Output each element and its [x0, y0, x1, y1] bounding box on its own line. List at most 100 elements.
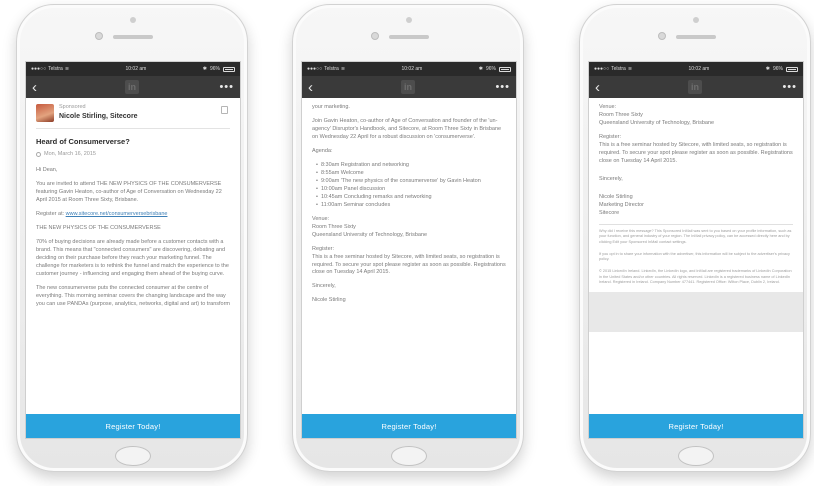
sensor-dot [130, 17, 136, 23]
wifi-icon: ≋ [627, 66, 633, 72]
register-text: This is a free seminar hosted by Sitecor… [312, 253, 506, 276]
legal-privacy: If you opt in to share your information … [599, 251, 790, 262]
battery-icon [499, 66, 511, 72]
phone-screen-1: ●●●○○ Telstra ≋ 10:02 am ✱ 96% ‹ in ••• Spo… [25, 61, 241, 439]
home-button[interactable] [115, 446, 151, 466]
nav-bar: ‹ in ••• [589, 76, 803, 98]
phone-frame-2: ●●●○○ Telstra ≋ 10:02 am ✱ 96% ‹ in ••• you… [292, 4, 524, 472]
legal-copyright: © 2015 LinkedIn Ireland. LinkedIn, the L… [599, 269, 792, 285]
message-subject: Heard of Consumerverse? [36, 137, 130, 147]
agenda-list: 8:30am Registration and networking 8:55a… [316, 162, 506, 210]
chevron-left-icon[interactable]: ‹ [32, 80, 37, 95]
venue-name: Room Three Sixty [312, 223, 356, 230]
front-camera [95, 32, 103, 40]
register-block: Register: This is a free seminar hosted … [599, 134, 793, 166]
chevron-left-icon[interactable]: ‹ [308, 80, 313, 95]
battery-percent: 96% [485, 66, 496, 72]
carrier-label: Telstra [48, 66, 63, 72]
front-camera [658, 32, 666, 40]
battery-percent: 96% [772, 66, 783, 72]
signal-icon: ●●●○○ [31, 66, 47, 72]
battery-icon [223, 66, 235, 72]
signature-company: Sitecore [599, 209, 620, 216]
home-button[interactable] [391, 446, 427, 466]
linkedin-logo: in [401, 80, 415, 94]
earpiece-speaker [389, 35, 429, 39]
agenda-item: 11:00am Seminar concludes [316, 202, 506, 210]
sign-off: Sincerely, [312, 283, 336, 290]
more-horizontal-icon[interactable]: ••• [495, 81, 510, 93]
venue-block: Venue: Room Three Sixty Queensland Unive… [312, 216, 506, 240]
carrier-label: Telstra [324, 66, 339, 72]
register-title: Register: [599, 133, 622, 140]
earpiece-speaker [676, 35, 716, 39]
join-paragraph: Join Gavin Heaton, co-author of Age of C… [312, 117, 502, 140]
register-title: Register: [312, 245, 335, 252]
agenda-title: Agenda: [312, 147, 333, 154]
wifi-icon: ≋ [64, 66, 70, 72]
home-button[interactable] [678, 446, 714, 466]
phone-frame-3: ●●●○○ Telstra ≋ 10:02 am ✱ 96% ‹ in ••• Ven… [579, 4, 811, 472]
message-content: your marketing. Join Gavin Heaton, co-au… [302, 98, 516, 414]
venue-location: Queensland University of Technology, Bri… [599, 119, 715, 126]
date-text: Mon, March 16, 2015 [44, 150, 96, 157]
status-bar: ●●●○○ Telstra ≋ 10:02 am ✱ 96% [26, 62, 240, 76]
signal-icon: ●●●○○ [594, 66, 610, 72]
register-link[interactable]: www.sitecore.net/consumerversebrisbane [66, 211, 168, 217]
chevron-left-icon[interactable]: ‹ [595, 80, 600, 95]
body-paragraph-2: The new consumerverse puts the connected… [36, 284, 231, 307]
register-today-button[interactable]: Register Today! [302, 414, 516, 438]
nav-bar: ‹ in ••• [26, 76, 240, 98]
signature-name: Nicole Stirling [312, 297, 346, 304]
legal-why-received: Why did I receive this message? This Spo… [599, 228, 792, 245]
bluetooth-icon: ✱ [478, 66, 483, 72]
signal-icon: ●●●○○ [307, 66, 323, 72]
footer-band [589, 292, 803, 333]
more-horizontal-icon[interactable]: ••• [219, 81, 234, 93]
agenda-item: 10:45am Concluding remarks and networkin… [316, 194, 506, 202]
status-time: 10:02 am [401, 66, 423, 72]
clock-icon [36, 152, 41, 158]
signature-name: Nicole Stirling [599, 193, 633, 200]
sponsored-label: Sponsored [59, 104, 86, 110]
register-today-button[interactable]: Register Today! [589, 414, 803, 438]
phone-screen-2: ●●●○○ Telstra ≋ 10:02 am ✱ 96% ‹ in ••• you… [301, 61, 517, 439]
sensor-dot [693, 17, 699, 23]
signature-block: Nicole Stirling Marketing Director Sitec… [599, 194, 793, 218]
earpiece-speaker [113, 35, 153, 39]
bluetooth-icon: ✱ [202, 66, 207, 72]
venue-block: Venue: Room Three Sixty Queensland Unive… [599, 104, 793, 128]
intro-paragraph: You are invited to attend THE NEW PHYSIC… [36, 180, 222, 203]
register-label: Register at: [36, 210, 65, 217]
venue-title: Venue: [312, 215, 330, 222]
linkedin-logo: in [125, 80, 139, 94]
sensor-dot [406, 17, 412, 23]
status-bar: ●●●○○ Telstra ≋ 10:02 am ✱ 96% [589, 62, 803, 76]
register-text: This is a free seminar hosted by Sitecor… [599, 141, 793, 164]
battery-percent: 96% [209, 66, 220, 72]
sponsor-name[interactable]: Nicole Stirling, Sitecore [59, 112, 138, 122]
venue-title: Venue: [599, 104, 617, 110]
agenda-item: 8:30am Registration and networking [316, 162, 506, 170]
register-block: Register: This is a free seminar hosted … [312, 246, 506, 278]
more-horizontal-icon[interactable]: ••• [782, 81, 797, 93]
bluetooth-icon: ✱ [765, 66, 770, 72]
register-today-button[interactable]: Register Today! [26, 414, 240, 438]
status-time: 10:02 am [688, 66, 710, 72]
section-title: THE NEW PHYSICS OF THE CONSUMERVERSE [36, 224, 161, 231]
agenda-item: 10:00am Panel discussion [316, 186, 506, 194]
bookmark-icon[interactable] [221, 106, 228, 114]
phone-frame-1: ●●●○○ Telstra ≋ 10:02 am ✱ 96% ‹ in ••• Spo… [16, 4, 248, 472]
message-content: Venue: Room Three Sixty Queensland Unive… [589, 98, 803, 414]
greeting: Hi Dean, [36, 166, 58, 173]
phone-screen-3: ●●●○○ Telstra ≋ 10:02 am ✱ 96% ‹ in ••• Ven… [588, 61, 804, 439]
front-camera [371, 32, 379, 40]
legal-footer: Why did I receive this message? This Spo… [599, 223, 793, 287]
linkedin-logo: in [688, 80, 702, 94]
agenda-item: 9:00am 'The new physics of the consumerv… [316, 178, 506, 186]
message-date: Mon, March 16, 2015 [36, 151, 230, 159]
sign-off: Sincerely, [599, 175, 623, 182]
message-content: Sponsored Nicole Stirling, Sitecore Hear… [26, 98, 240, 414]
avatar [36, 104, 54, 123]
carrier-label: Telstra [611, 66, 626, 72]
